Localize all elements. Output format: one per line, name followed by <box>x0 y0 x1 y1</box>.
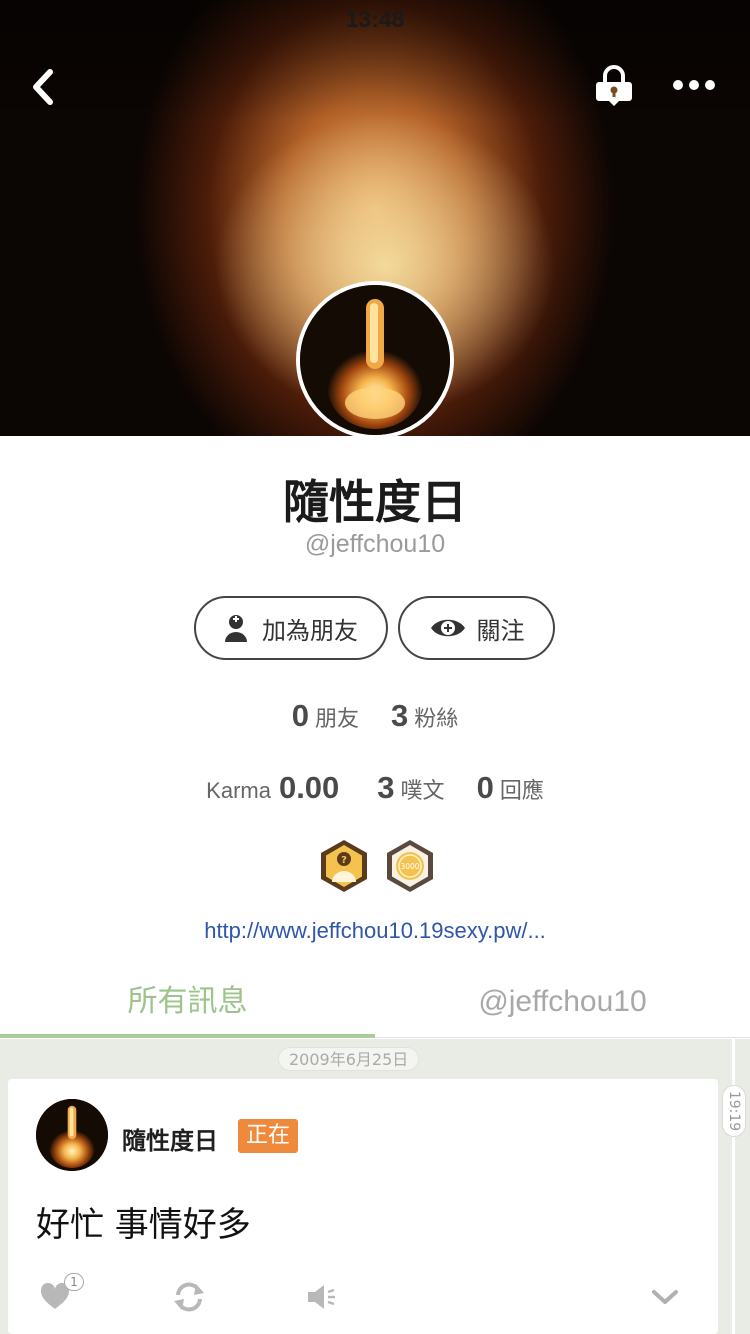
tab-all-messages[interactable]: 所有訊息 <box>0 970 375 1038</box>
status-bar-time: 13:48 <box>345 6 405 32</box>
more-options-button[interactable] <box>668 68 720 102</box>
timeline-line <box>732 1039 735 1334</box>
mute-icon <box>308 1285 335 1309</box>
flame-hand-avatar-image <box>36 1099 108 1171</box>
responses-count: 0 <box>476 770 494 805</box>
add-user-icon <box>224 613 252 643</box>
replurk-button[interactable] <box>172 1277 212 1317</box>
responses-stat: 0 回應 <box>477 770 544 806</box>
back-button[interactable] <box>22 62 66 112</box>
eye-plus-icon <box>429 615 467 641</box>
plurks-label: 噗文 <box>400 779 445 804</box>
3000-coin-badge-icon[interactable]: 3000 <box>384 838 436 894</box>
profile-display-name: 隨性度日 <box>283 475 467 529</box>
plurk-content[interactable]: 好忙 事情好多 <box>36 1197 251 1246</box>
tab-mentions[interactable]: @jeffchou10 <box>375 970 750 1038</box>
karma-label: Karma <box>206 778 271 803</box>
svg-text:?: ? <box>341 855 347 866</box>
ellipsis-icon <box>673 80 715 90</box>
replurk-icon <box>174 1282 204 1312</box>
add-friend-button[interactable]: 加為朋友 <box>194 596 388 660</box>
responses-label: 回應 <box>499 779 544 804</box>
plurk-time-text: 19:19 <box>726 1090 743 1132</box>
lock-bubble-icon <box>596 65 632 106</box>
like-count: 1 <box>64 1273 84 1291</box>
badge-3000-text: 3000 <box>400 862 419 871</box>
friends-stat[interactable]: 0 朋友 <box>292 698 359 734</box>
plurk-card[interactable]: 隨性度日 正在 好忙 事情好多 1 <box>8 1079 718 1334</box>
plurk-more-button[interactable] <box>650 1277 690 1317</box>
fans-stat[interactable]: 3 粉絲 <box>391 698 458 734</box>
timeline[interactable]: 2009年6月25日 19:19 隨性度日 正在 好忙 事情好多 1 <box>0 1039 750 1334</box>
privacy-lock-button[interactable] <box>592 62 636 108</box>
follow-label: 關注 <box>476 616 525 645</box>
karma-stat: Karma 0.00 <box>206 770 345 806</box>
plurk-time: 19:19 <box>722 1085 746 1137</box>
badges-row: ? 3000 <box>318 838 436 894</box>
friends-fans-stats: 0 朋友 3 粉絲 <box>0 698 750 734</box>
mystery-user-badge-icon[interactable]: ? <box>318 838 370 894</box>
like-button[interactable]: 1 <box>40 1273 90 1317</box>
profile-handle: @jeffchou10 <box>304 530 446 558</box>
plurk-qualifier-badge: 正在 <box>238 1119 299 1153</box>
flame-hand-avatar-image <box>300 285 450 435</box>
friends-count: 0 <box>291 698 309 733</box>
fans-label: 粉絲 <box>414 707 459 732</box>
plurks-stat: 3 噗文 <box>377 770 444 806</box>
activity-stats: Karma 0.00 3 噗文 0 回應 <box>0 770 750 806</box>
karma-value: 0.00 <box>278 770 340 805</box>
chevron-left-icon <box>33 69 53 105</box>
friends-label: 朋友 <box>314 707 359 732</box>
fans-count: 3 <box>391 698 409 733</box>
plurk-author-name[interactable]: 隨性度日 <box>122 1121 218 1156</box>
profile-website-link[interactable]: http://www.jeffchou10.19sexy.pw/... <box>0 918 750 944</box>
mute-button[interactable] <box>306 1277 346 1317</box>
follow-button[interactable]: 關注 <box>398 596 555 660</box>
chevron-down-icon <box>652 1290 678 1304</box>
plurk-author-avatar[interactable] <box>36 1099 108 1171</box>
profile-avatar[interactable] <box>296 281 454 439</box>
timeline-date: 2009年6月25日 <box>278 1047 420 1071</box>
plurks-count: 3 <box>377 770 395 805</box>
add-friend-label: 加為朋友 <box>262 616 358 645</box>
